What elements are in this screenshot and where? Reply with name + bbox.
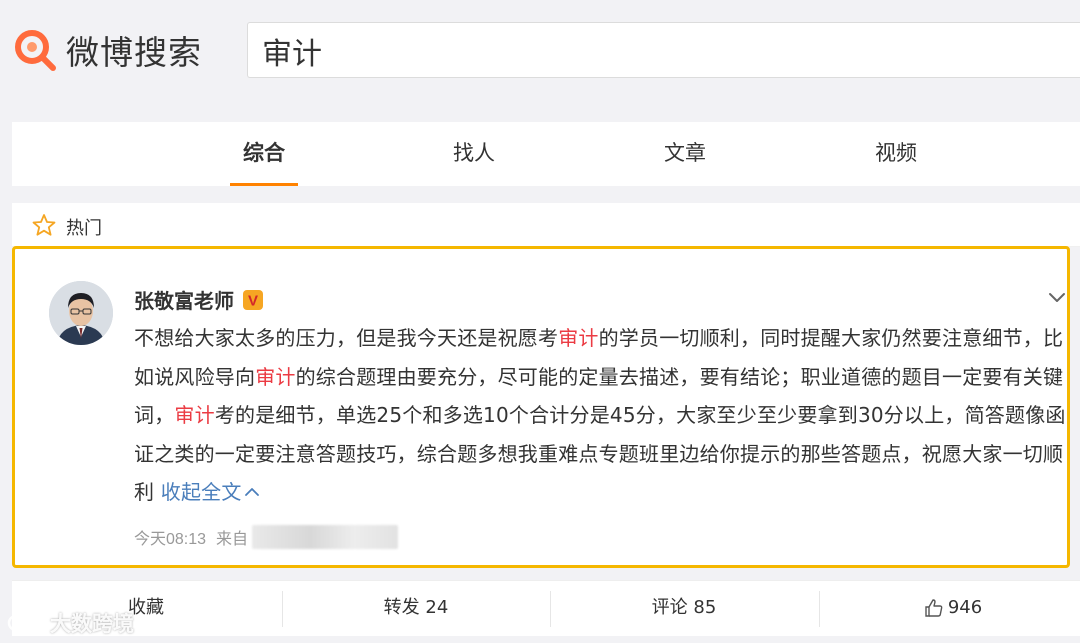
post-text-segment: 不想给大家太多的压力，但是我今天还是祝愿考 [134, 326, 559, 350]
post-actions: 收藏 转发 24 评论 85 946 [12, 580, 1080, 636]
keyword-highlight: 审计 [558, 326, 599, 350]
chevron-up-icon [244, 488, 259, 496]
weibo-search-logo[interactable]: 微博搜索 [12, 24, 202, 76]
badge-letter: V [248, 292, 258, 309]
collapse-label: 收起全文 [160, 480, 242, 504]
post-time[interactable]: 今天08:13 [134, 525, 206, 549]
collapse-full-text-link[interactable]: 收起全文 [161, 480, 260, 504]
verified-badge-icon: V [243, 289, 263, 310]
comment-button[interactable]: 评论 85 [550, 581, 818, 637]
keyword-highlight: 审计 [255, 364, 296, 389]
watermark-text: 大数跨境 [50, 612, 134, 636]
header: 微博搜索 [0, 0, 1080, 105]
search-tabs: 综合 找人 文章 视频 [12, 122, 1080, 186]
star-outline-icon [32, 214, 56, 236]
author-row: 张敬富老师 V [134, 285, 264, 314]
tab-comprehensive[interactable]: 综合 [214, 122, 314, 186]
hot-label: 热门 [66, 218, 102, 239]
post-meta: 今天08:13 来自 [134, 525, 399, 549]
post-card: 张敬富老师 V 不想给大家太多的压力，但是我今天还是祝愿考审计的学员一切顺利，同… [12, 246, 1070, 568]
thumbs-up-icon [925, 599, 943, 617]
avatar[interactable] [49, 281, 113, 345]
tab-videos[interactable]: 视频 [846, 122, 946, 186]
logo-text: 微博搜索 [66, 33, 202, 72]
post-body: 不想给大家太多的压力，但是我今天还是祝愿考审计的学员一切顺利，同时提醒大家仍然要… [134, 319, 1074, 512]
chevron-down-icon[interactable] [1045, 285, 1069, 309]
watermark-logo-icon [7, 614, 45, 632]
search-box[interactable] [247, 22, 1080, 78]
tab-people[interactable]: 找人 [424, 122, 524, 186]
author-name[interactable]: 张敬富老师 [134, 285, 234, 314]
search-logo-icon [15, 30, 56, 71]
watermark: 大数跨境 [6, 608, 134, 638]
repost-button[interactable]: 转发 24 [282, 581, 550, 637]
tab-articles[interactable]: 文章 [635, 122, 735, 186]
post-text-segment: 考的是细节，单选25个和多选10个合计分是45分，大家至少至少要拿到30分以上，… [134, 403, 1066, 504]
search-input[interactable] [262, 31, 1062, 71]
blurred-source [252, 525, 399, 549]
keyword-highlight: 审计 [174, 403, 215, 427]
hot-section-header: 热门 [12, 203, 1080, 247]
like-count: 946 [947, 597, 983, 618]
like-button[interactable]: 946 [819, 581, 1080, 637]
avatar-image [49, 281, 113, 345]
source-label: 来自 [216, 531, 249, 548]
